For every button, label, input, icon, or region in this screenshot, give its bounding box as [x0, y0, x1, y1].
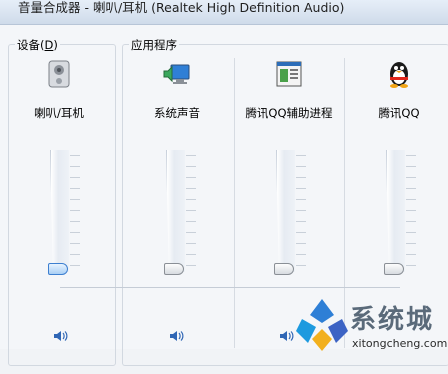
slider-tick — [186, 199, 196, 200]
slider-ticks — [406, 155, 416, 266]
volume-thumb[interactable] — [164, 263, 184, 275]
slider-ticks — [70, 155, 80, 266]
watermark-logo-icon — [296, 299, 348, 351]
slider-tick — [406, 177, 416, 178]
slider-tick — [406, 254, 416, 255]
system-sounds-icon — [162, 59, 192, 89]
slider-ticks — [186, 155, 196, 266]
slider-tick — [296, 210, 306, 211]
qq-helper-icon — [274, 59, 304, 89]
slider-tick — [296, 232, 306, 233]
slider-tick — [406, 210, 416, 211]
slider-tick — [70, 254, 80, 255]
volume-thumb[interactable] — [274, 263, 294, 275]
slider-tick — [70, 199, 80, 200]
channel-system-sounds: 系统声音 — [122, 55, 232, 349]
slider-tick — [186, 210, 196, 211]
slider-tick — [186, 265, 196, 266]
watermark-text: 系统城 — [350, 305, 435, 335]
channel-name: 腾讯QQ — [378, 106, 420, 120]
slider-tick — [406, 155, 416, 156]
title-bar: 音量合成器 - 喇叭/耳机 (Realtek High Definition A… — [0, 0, 448, 25]
slider-tick — [406, 199, 416, 200]
slider-tick — [296, 155, 306, 156]
volume-thumb[interactable] — [48, 263, 68, 275]
slider-tick — [296, 243, 306, 244]
slider-tick — [186, 188, 196, 189]
device-group-label: 设备(D) — [15, 37, 60, 53]
slider-tick — [186, 221, 196, 222]
slider-tick — [70, 265, 80, 266]
slider-tick — [296, 177, 306, 178]
slider-tick — [406, 232, 416, 233]
slider-tick — [296, 166, 306, 167]
slider-tick — [70, 188, 80, 189]
slider-tick — [70, 243, 80, 244]
apps-group-label: 应用程序 — [129, 37, 179, 53]
slider-tick — [406, 166, 416, 167]
volume-slider[interactable] — [50, 150, 69, 272]
channel-name: 腾讯QQ辅助进程 — [245, 106, 333, 120]
slider-tick — [296, 221, 306, 222]
speaker-device-icon — [44, 59, 74, 89]
slider-tick — [296, 199, 306, 200]
mixer-content: 设备(D) 应用程序 喇叭/耳机 系统声音 腾讯QQ辅助进程 腾讯QQ 系统城 … — [0, 25, 448, 366]
slider-tick — [70, 210, 80, 211]
slider-tick — [186, 166, 196, 167]
channel-name: 系统声音 — [154, 106, 200, 120]
window-title: 音量合成器 - 喇叭/耳机 (Realtek High Definition A… — [18, 0, 345, 15]
slider-tick — [186, 155, 196, 156]
slider-tick — [70, 221, 80, 222]
channel-name: 喇叭/耳机 — [34, 106, 84, 120]
slider-tick — [186, 243, 196, 244]
slider-tick — [70, 232, 80, 233]
qq-penguin-icon — [384, 59, 414, 89]
slider-tick — [406, 221, 416, 222]
slider-tick — [406, 243, 416, 244]
slider-tick — [186, 232, 196, 233]
slider-tick — [296, 265, 306, 266]
volume-slider[interactable] — [276, 150, 295, 272]
mute-speaker-icon[interactable] — [169, 329, 185, 343]
slider-ticks — [296, 155, 306, 266]
volume-slider[interactable] — [166, 150, 185, 272]
channel-device: 喇叭/耳机 — [4, 55, 114, 349]
volume-slider[interactable] — [386, 150, 405, 272]
slider-tick — [406, 265, 416, 266]
slider-tick — [70, 166, 80, 167]
watermark: 系统城 xitongcheng.com — [292, 295, 448, 374]
slider-tick — [70, 177, 80, 178]
mute-speaker-icon[interactable] — [53, 329, 69, 343]
slider-tick — [296, 254, 306, 255]
slider-tick — [186, 254, 196, 255]
slider-tick — [296, 188, 306, 189]
slider-tick — [186, 177, 196, 178]
watermark-url: xitongcheng.com — [352, 337, 448, 350]
slider-tick — [70, 155, 80, 156]
volume-thumb[interactable] — [384, 263, 404, 275]
slider-tick — [406, 188, 416, 189]
